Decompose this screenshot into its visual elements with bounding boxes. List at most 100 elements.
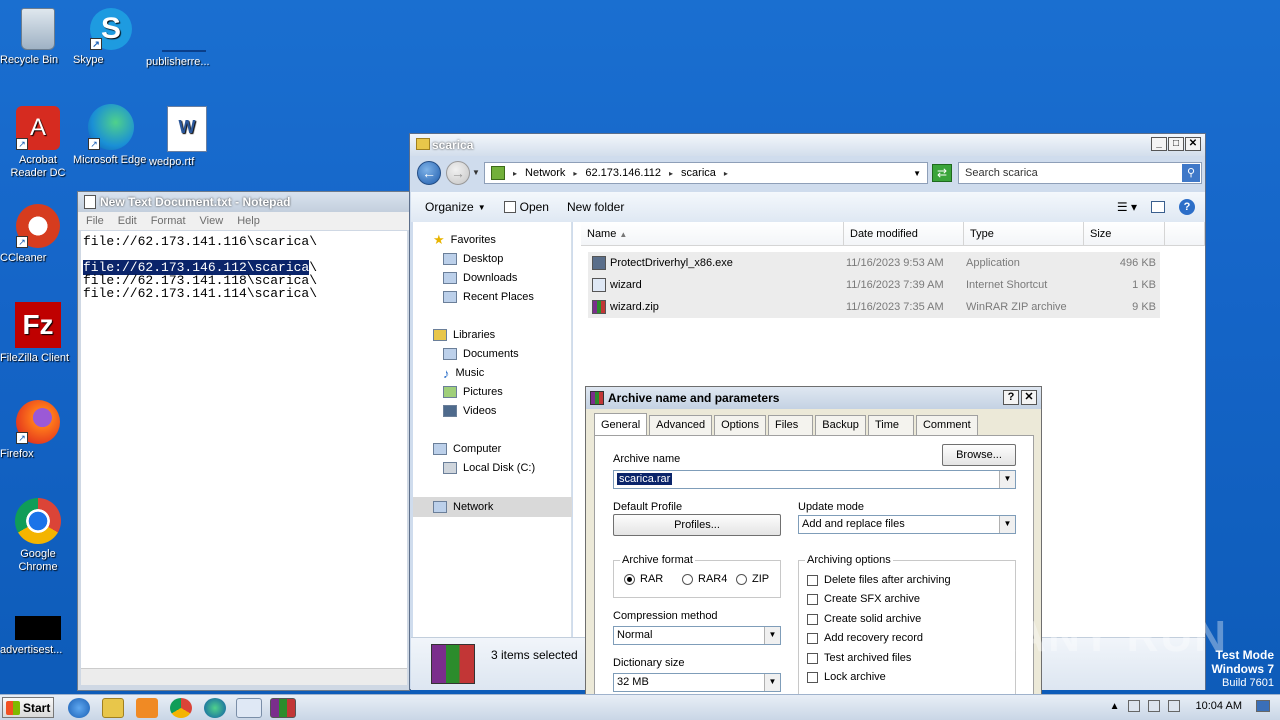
column-extra[interactable]: [1165, 222, 1205, 246]
column-size[interactable]: Size: [1084, 222, 1165, 246]
chevron-right-icon[interactable]: ▸: [573, 169, 577, 178]
chevron-right-icon[interactable]: ▸: [724, 169, 728, 178]
desktop-icon-recycle-bin[interactable]: Recycle Bin: [0, 8, 76, 66]
format-rar-radio[interactable]: RAR: [624, 573, 663, 585]
format-rar4-radio[interactable]: RAR4: [682, 573, 727, 585]
search-input[interactable]: Search scarica ⚲: [958, 162, 1202, 184]
notepad-titlebar[interactable]: New Text Document.txt - Notepad: [78, 192, 409, 212]
compression-method-select[interactable]: Normal ▼: [613, 626, 781, 645]
nav-recent-places[interactable]: Recent Places: [443, 289, 534, 305]
notepad-taskbar-icon[interactable]: [236, 698, 262, 718]
search-icon[interactable]: ⚲: [1182, 164, 1200, 182]
nav-downloads[interactable]: Downloads: [443, 270, 517, 286]
open-button[interactable]: Open: [503, 200, 549, 214]
nav-documents[interactable]: Documents: [443, 346, 519, 362]
nav-videos[interactable]: Videos: [443, 403, 496, 419]
delete-files-checkbox[interactable]: Delete files after archiving: [807, 574, 951, 586]
menu-edit[interactable]: Edit: [118, 212, 137, 230]
file-row[interactable]: ProtectDriverhyl_x86.exe 11/16/2023 9:53…: [588, 252, 1160, 274]
show-desktop-icon[interactable]: [1256, 700, 1270, 712]
notepad-text-area[interactable]: file://62.173.141.116\scarica\ file://62…: [81, 231, 407, 668]
new-folder-button[interactable]: New folder: [567, 200, 624, 214]
edge-taskbar-icon[interactable]: [204, 698, 226, 718]
clock[interactable]: 10:04 AM: [1196, 700, 1242, 712]
update-mode-select[interactable]: Add and replace files ▼: [798, 515, 1016, 534]
chevron-right-icon[interactable]: ▸: [669, 169, 673, 178]
chevron-down-icon[interactable]: ▼: [999, 516, 1015, 533]
nav-computer[interactable]: Computer: [433, 441, 501, 457]
desktop-icon-skype[interactable]: S ↗ Skype: [73, 8, 149, 66]
chevron-right-icon[interactable]: ▸: [513, 169, 517, 178]
nav-desktop[interactable]: Desktop: [443, 251, 503, 267]
menu-file[interactable]: File: [86, 212, 104, 230]
minimize-button[interactable]: _: [1151, 137, 1167, 151]
organize-button[interactable]: Organize ▼: [425, 200, 486, 214]
desktop-icon-edge[interactable]: ↗ Microsoft Edge: [73, 104, 149, 166]
view-options-icon[interactable]: ☰ ▾: [1117, 200, 1137, 214]
forward-button[interactable]: →: [446, 161, 470, 185]
help-button[interactable]: ?: [1003, 390, 1019, 405]
tab-general[interactable]: General: [594, 413, 648, 435]
column-name[interactable]: Name ▲: [581, 222, 844, 246]
breadcrumb-network[interactable]: Network: [525, 167, 565, 179]
menu-format[interactable]: Format: [151, 212, 186, 230]
archive-name-input[interactable]: scarica.rar ▼: [613, 470, 1016, 489]
column-type[interactable]: Type: [964, 222, 1084, 246]
profiles-button[interactable]: Profiles...: [613, 514, 781, 536]
close-button[interactable]: ✕: [1185, 137, 1201, 151]
tab-files[interactable]: Files: [768, 415, 814, 435]
browse-button[interactable]: Browse...: [942, 444, 1016, 466]
tab-comment[interactable]: Comment: [915, 415, 978, 435]
notepad-hscrollbar[interactable]: [81, 668, 407, 685]
menu-help[interactable]: Help: [237, 212, 260, 230]
format-zip-radio[interactable]: ZIP: [736, 573, 769, 585]
tab-options[interactable]: Options: [714, 415, 766, 435]
dialog-titlebar[interactable]: Archive name and parameters ? ✕: [586, 387, 1041, 409]
tab-advanced[interactable]: Advanced: [649, 415, 713, 435]
nav-libraries[interactable]: Libraries: [433, 327, 495, 343]
nav-network[interactable]: Network: [433, 499, 493, 515]
chevron-down-icon[interactable]: ▼: [764, 627, 780, 644]
action-center-icon[interactable]: [1167, 700, 1180, 712]
chevron-down-icon[interactable]: ▼: [764, 674, 780, 691]
help-icon[interactable]: ?: [1179, 199, 1195, 215]
nav-local-disk[interactable]: Local Disk (C:): [443, 460, 535, 476]
chevron-down-icon[interactable]: ▼: [999, 471, 1015, 488]
dictionary-size-select[interactable]: 32 MB ▼: [613, 673, 781, 692]
close-button[interactable]: ✕: [1021, 390, 1037, 405]
desktop-icon-firefox[interactable]: ↗ Firefox: [0, 400, 76, 460]
recovery-record-checkbox[interactable]: Add recovery record: [807, 632, 923, 644]
network-tray-icon[interactable]: [1147, 700, 1160, 712]
tab-time[interactable]: Time: [867, 415, 914, 435]
back-button[interactable]: ←: [417, 161, 441, 185]
create-solid-checkbox[interactable]: Create solid archive: [807, 613, 921, 625]
nav-favorites[interactable]: ★ Favorites: [433, 232, 496, 248]
start-button[interactable]: Start: [2, 697, 54, 718]
explorer-titlebar[interactable]: scarica _ □ ✕: [410, 134, 1205, 156]
file-row[interactable]: wizard.zip 11/16/2023 7:35 AM WinRAR ZIP…: [588, 296, 1160, 318]
refresh-button[interactable]: ⇄: [932, 164, 952, 182]
volume-icon[interactable]: [1127, 700, 1140, 712]
menu-view[interactable]: View: [200, 212, 224, 230]
notepad-window[interactable]: New Text Document.txt - Notepad File Edi…: [77, 191, 410, 691]
breadcrumb-folder[interactable]: scarica: [681, 167, 716, 179]
show-hidden-icons[interactable]: ▲: [1110, 701, 1120, 712]
breadcrumb[interactable]: ▸ Network ▸ 62.173.146.112 ▸ scarica ▸ ▼: [484, 162, 928, 184]
desktop-icon-wedpo[interactable]: W wedpo.rtf: [149, 106, 225, 168]
create-sfx-checkbox[interactable]: Create SFX archive: [807, 593, 920, 605]
lock-archive-checkbox[interactable]: Lock archive: [807, 671, 886, 683]
file-explorer-icon[interactable]: [102, 698, 124, 718]
desktop-icon-ccleaner[interactable]: ↗ CCleaner: [0, 204, 76, 264]
desktop-icon-advertisest[interactable]: advertisest...: [0, 616, 76, 656]
desktop-icon-chrome[interactable]: Google Chrome: [0, 498, 76, 573]
archive-dialog[interactable]: Archive name and parameters ? ✕ General …: [585, 386, 1042, 700]
maximize-button[interactable]: □: [1168, 137, 1184, 151]
desktop-icon-filezilla[interactable]: Fz FileZilla Client: [0, 302, 76, 364]
winrar-taskbar-icon[interactable]: [270, 698, 296, 718]
nav-music[interactable]: ♪ Music: [443, 365, 484, 381]
column-date-modified[interactable]: Date modified: [844, 222, 964, 246]
file-row[interactable]: wizard 11/16/2023 7:39 AM Internet Short…: [588, 274, 1160, 296]
test-archived-checkbox[interactable]: Test archived files: [807, 652, 911, 664]
breadcrumb-host[interactable]: 62.173.146.112: [585, 167, 661, 179]
address-dropdown-icon[interactable]: ▼: [913, 169, 921, 178]
